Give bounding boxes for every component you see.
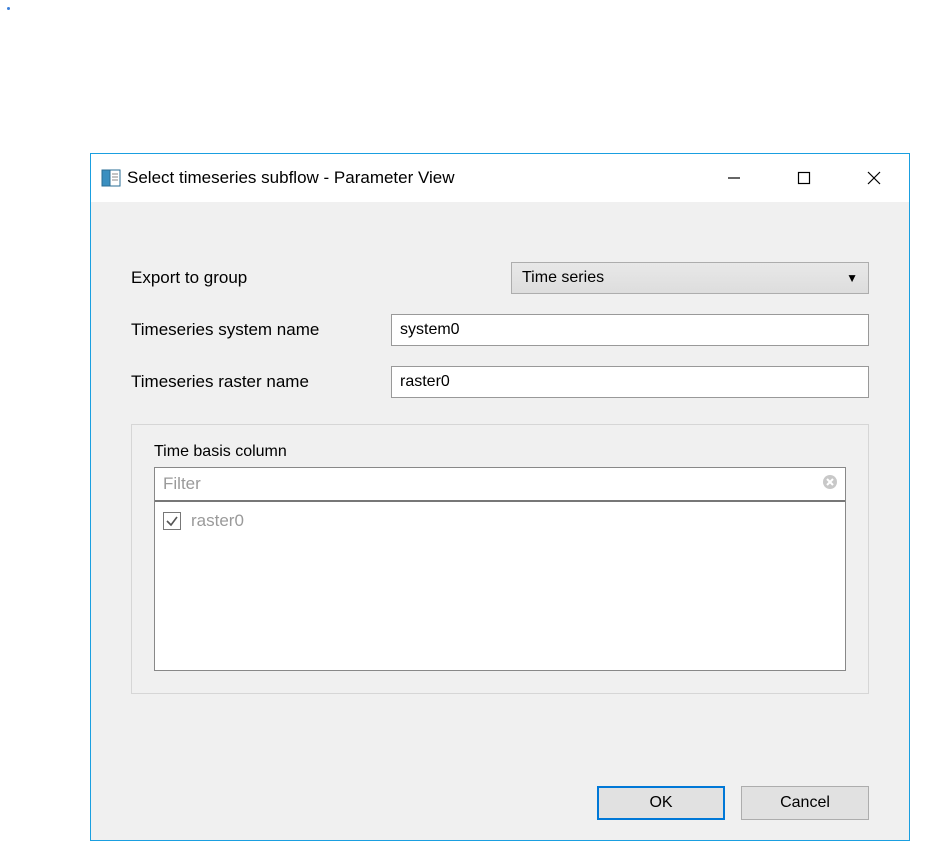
- cancel-button[interactable]: Cancel: [741, 786, 869, 820]
- decorative-dot: [7, 7, 10, 10]
- time-basis-list-panel: raster0: [154, 467, 846, 671]
- checkbox[interactable]: [163, 512, 181, 530]
- clear-icon: [822, 474, 838, 495]
- export-to-group-combo[interactable]: Time series ▼: [511, 262, 869, 294]
- system-name-row: Timeseries system name: [131, 314, 869, 346]
- system-name-label: Timeseries system name: [131, 320, 391, 340]
- cancel-button-label: Cancel: [780, 794, 830, 812]
- window-title: Select timeseries subflow - Parameter Vi…: [127, 168, 455, 188]
- check-icon: [165, 514, 179, 528]
- button-row: OK Cancel: [131, 746, 869, 820]
- list-item-label: raster0: [191, 511, 244, 531]
- time-basis-group: Time basis column: [131, 424, 869, 694]
- raster-name-label: Timeseries raster name: [131, 372, 391, 392]
- raster-name-row: Timeseries raster name: [131, 366, 869, 398]
- system-name-input[interactable]: [391, 314, 869, 346]
- filter-row: [155, 468, 845, 502]
- raster-name-input[interactable]: [391, 366, 869, 398]
- app-icon: [101, 168, 121, 188]
- list-body: raster0: [155, 502, 845, 670]
- ok-button-label: OK: [649, 794, 672, 812]
- client-area: Export to group Time series ▼ Timeseries…: [91, 202, 909, 840]
- list-item[interactable]: raster0: [163, 508, 837, 534]
- close-button[interactable]: [839, 154, 909, 202]
- ok-button[interactable]: OK: [597, 786, 725, 820]
- filter-input[interactable]: [155, 474, 815, 494]
- minimize-button[interactable]: [699, 154, 769, 202]
- window-controls: [699, 154, 909, 202]
- export-to-group-value: Time series: [522, 269, 604, 287]
- dialog-window: Select timeseries subflow - Parameter Vi…: [90, 153, 910, 841]
- clear-filter-button[interactable]: [815, 474, 845, 495]
- titlebar[interactable]: Select timeseries subflow - Parameter Vi…: [91, 154, 909, 202]
- chevron-down-icon: ▼: [846, 271, 858, 285]
- maximize-button[interactable]: [769, 154, 839, 202]
- export-to-group-label: Export to group: [131, 268, 391, 288]
- export-to-group-row: Export to group Time series ▼: [131, 262, 869, 294]
- time-basis-label: Time basis column: [154, 443, 846, 461]
